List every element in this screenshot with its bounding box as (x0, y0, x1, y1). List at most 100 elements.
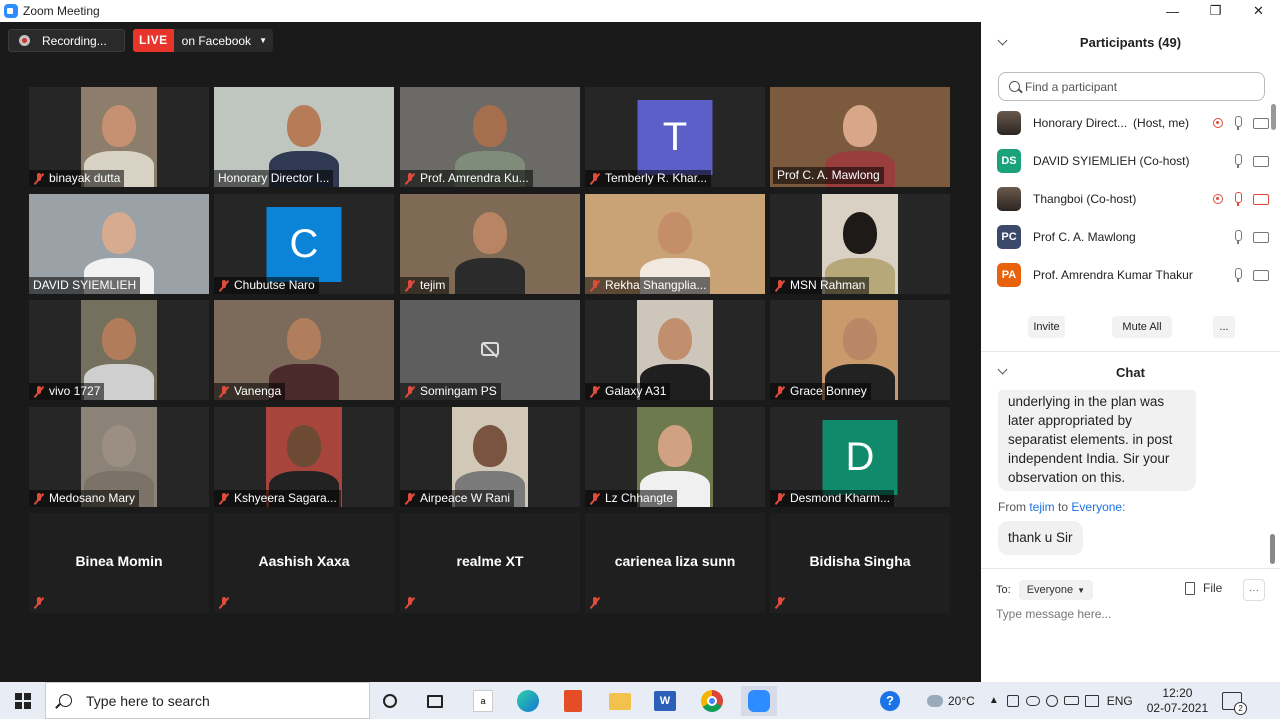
recipient-name[interactable]: Everyone: (1071, 500, 1125, 514)
cortana-icon[interactable] (375, 686, 405, 716)
battery-icon[interactable] (1063, 696, 1079, 705)
network-icon[interactable] (1084, 694, 1099, 707)
speaker-icon[interactable] (1045, 694, 1058, 707)
participant-tile[interactable]: Lz Chhangte (585, 407, 765, 507)
participant-row[interactable]: DS DAVID SYIEMLIEH (Co-host) (997, 142, 1269, 180)
camera-icon[interactable] (1253, 269, 1269, 281)
meet-now-icon[interactable] (1006, 694, 1019, 707)
participant-tile[interactable]: Grace Bonney (770, 300, 950, 400)
clock[interactable]: 12:20 02-07-2021 (1147, 686, 1208, 716)
file-explorer-icon[interactable] (605, 686, 635, 716)
mic-muted-icon (218, 492, 230, 505)
participant-tile[interactable]: Prof. Amrendra Ku... (400, 87, 580, 187)
participant-tile[interactable]: Galaxy A31 (585, 300, 765, 400)
participant-status-icons (1213, 116, 1269, 130)
participant-name: binayak dutta (49, 171, 121, 185)
participant-tile[interactable]: Honorary Director I... (214, 87, 394, 187)
participant-tile[interactable]: Airpeace W Rani (400, 407, 580, 507)
participant-row[interactable]: PA Prof. Amrendra Kumar Thakur (997, 256, 1269, 294)
recording-indicator[interactable]: Recording... (8, 29, 125, 52)
participant-name: Rekha Shangplia... (605, 278, 707, 292)
help-icon[interactable]: ? (880, 690, 900, 711)
participant-name-label: Medosano Mary (29, 490, 140, 507)
edge-browser-icon[interactable] (513, 686, 543, 716)
notifications-icon[interactable]: 2 (1222, 691, 1248, 715)
camera-off-icon[interactable] (1253, 193, 1269, 205)
mic-muted-icon[interactable] (1231, 192, 1245, 206)
participant-tile[interactable]: carienea liza sunn (585, 513, 765, 613)
chat-message-input[interactable]: Type message here... (996, 607, 1266, 629)
mic-icon[interactable] (1231, 116, 1245, 130)
participant-search-input[interactable]: Find a participant (998, 72, 1265, 101)
sender-name[interactable]: tejim (1029, 500, 1054, 514)
chrome-icon[interactable] (697, 686, 727, 716)
participant-tile[interactable]: realme XT (400, 513, 580, 613)
participant-tile[interactable]: MSN Rahman (770, 194, 950, 294)
meeting-gallery: Recording... LIVE on Facebook ▼ binayak … (0, 22, 981, 682)
word-icon[interactable]: W (650, 686, 680, 716)
task-view-icon[interactable] (420, 686, 450, 716)
participant-tile[interactable]: Medosano Mary (29, 407, 209, 507)
to-label: To: (996, 584, 1011, 596)
recipient-value: Everyone (1026, 584, 1074, 596)
participant-tile[interactable]: Vanenga (214, 300, 394, 400)
participant-row[interactable]: PC Prof C. A. Mawlong (997, 218, 1269, 256)
participant-tile[interactable]: T Temberly R. Khar... (585, 87, 765, 187)
participant-row-label: DAVID SYIEMLIEH (Co-host) (1033, 154, 1190, 168)
taskbar-search-input[interactable]: Type here to search (45, 682, 370, 719)
participant-name: MSN Rahman (790, 278, 866, 292)
participant-tile[interactable]: Binea Momin (29, 513, 209, 613)
close-button[interactable]: ✕ (1237, 0, 1280, 22)
mute-all-button[interactable]: Mute All (1112, 316, 1172, 338)
title-bar: Zoom Meeting — ❐ ✕ (0, 0, 1280, 22)
participant-row-label: Thangboi (Co-host) (1033, 192, 1137, 206)
camera-icon[interactable] (1253, 155, 1269, 167)
participant-tile[interactable]: DAVID SYIEMLIEH (29, 194, 209, 294)
invite-button[interactable]: Invite (1028, 316, 1065, 338)
restore-button[interactable]: ❐ (1194, 0, 1237, 22)
mic-icon[interactable] (1231, 230, 1245, 244)
participant-tile[interactable]: binayak dutta (29, 87, 209, 187)
amazon-app-icon[interactable]: a (468, 686, 498, 716)
language-indicator[interactable]: ENG (1107, 694, 1133, 708)
participant-tile[interactable]: vivo 1727 (29, 300, 209, 400)
camera-icon[interactable] (1253, 117, 1269, 129)
collapse-chevron-icon[interactable] (998, 37, 1008, 47)
mic-icon[interactable] (1231, 154, 1245, 168)
participant-tile[interactable]: Kshyeera Sagara... (214, 407, 394, 507)
avatar: D (822, 420, 898, 495)
chat-more-button[interactable]: ··· (1243, 579, 1265, 601)
start-button[interactable] (0, 682, 45, 719)
participant-tile[interactable]: Somingam PS (400, 300, 580, 400)
more-options-button[interactable]: ... (1213, 316, 1235, 338)
participant-row[interactable]: Honorary Direct... (Host, me) (997, 104, 1269, 142)
participant-tile[interactable]: D Desmond Kharm... (770, 407, 950, 507)
participants-header: Participants (49) (981, 22, 1280, 62)
participant-avatar (997, 187, 1021, 211)
camera-icon[interactable] (1253, 231, 1269, 243)
onedrive-icon[interactable] (1025, 695, 1040, 706)
person-head (102, 318, 136, 360)
participant-tile[interactable]: C Chubutse Naro (214, 194, 394, 294)
participant-row-label: Prof C. A. Mawlong (1033, 230, 1136, 244)
participant-row[interactable]: Thangboi (Co-host) (997, 180, 1269, 218)
participant-tile[interactable]: Bidisha Singha (770, 513, 950, 613)
participant-tile[interactable]: tejim (400, 194, 580, 294)
office-icon[interactable] (558, 686, 588, 716)
windows-logo-icon (14, 692, 31, 709)
chevron-up-icon[interactable]: ▲ (989, 695, 999, 706)
minimize-button[interactable]: — (1151, 0, 1194, 22)
participant-row-label: Prof. Amrendra Kumar Thakur (1033, 268, 1193, 282)
weather-temp[interactable]: 20°C (948, 694, 975, 708)
participant-tile[interactable]: Aashish Xaxa (214, 513, 394, 613)
participant-tile[interactable]: Prof C. A. Mawlong (770, 87, 950, 187)
live-stream-indicator[interactable]: LIVE on Facebook ▼ (133, 29, 273, 52)
participant-name: Grace Bonney (790, 384, 867, 398)
recipient-select[interactable]: Everyone ▼ (1018, 580, 1094, 600)
zoom-taskbar-icon[interactable] (741, 686, 777, 716)
participant-list-scrollbar[interactable] (1271, 104, 1276, 130)
mic-icon[interactable] (1231, 268, 1245, 282)
file-button[interactable]: File (1185, 581, 1222, 595)
chat-scrollbar[interactable] (1270, 534, 1275, 564)
participant-tile[interactable]: Rekha Shangplia... (585, 194, 765, 294)
